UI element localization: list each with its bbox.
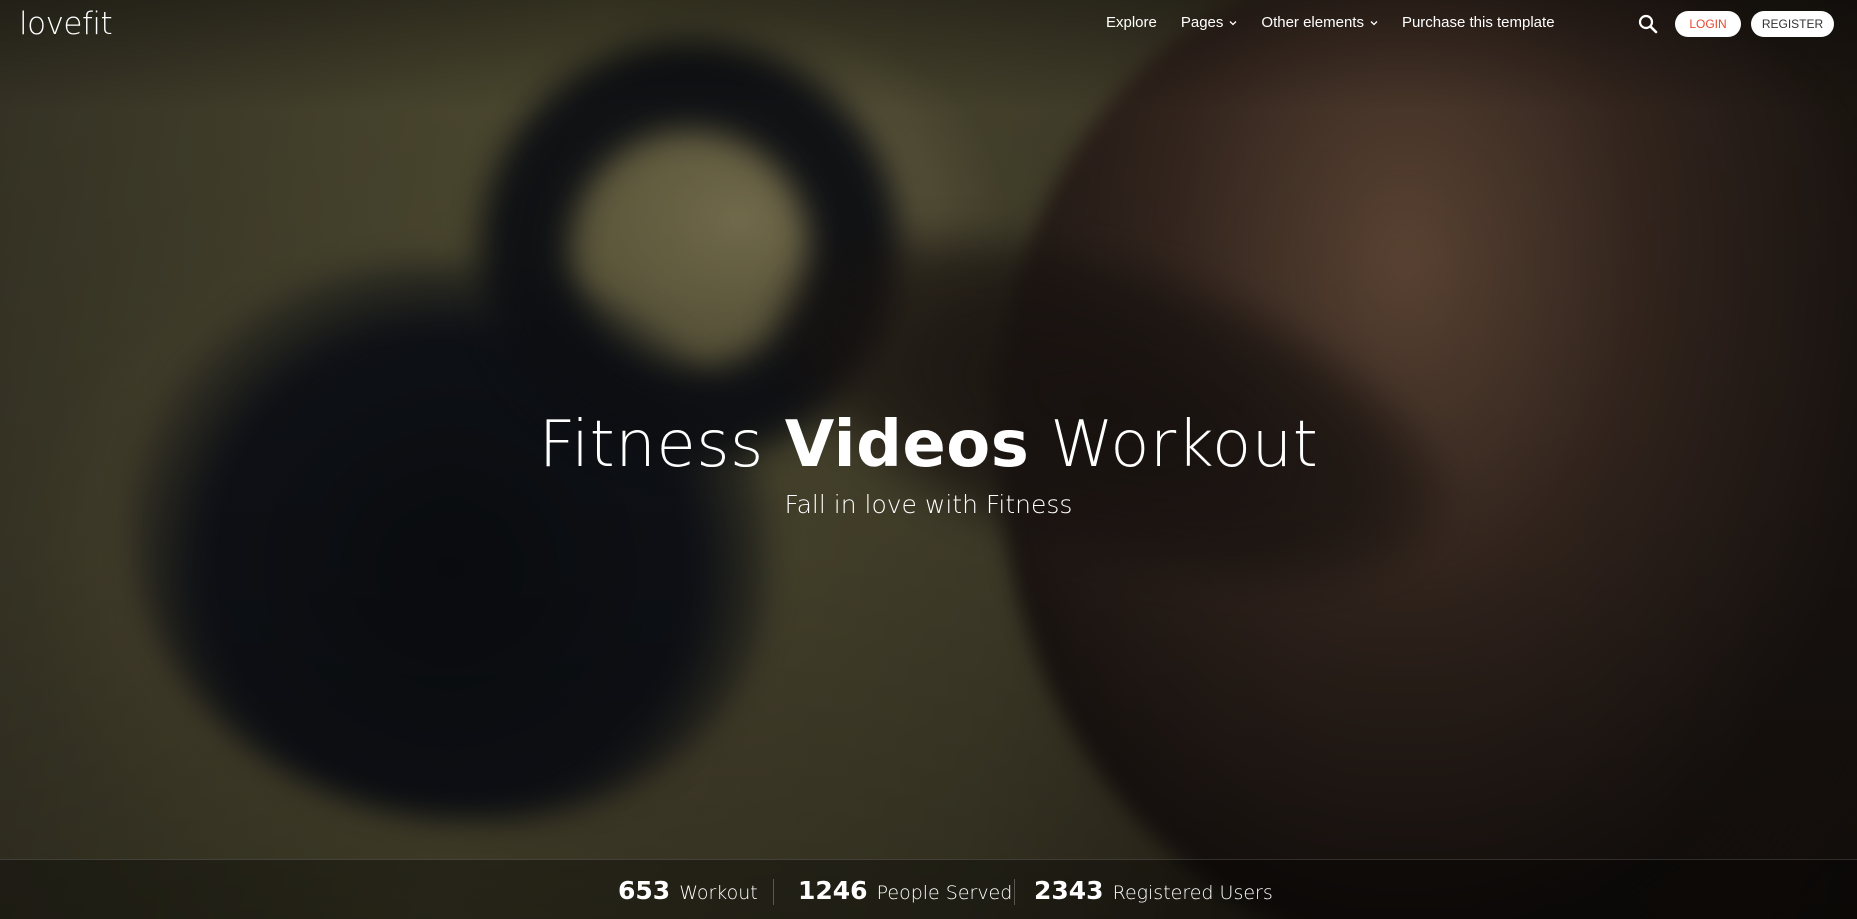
site-header: lovefit Explore Pages Other elements Pur…: [0, 0, 1857, 48]
hero-title-bold: Videos: [784, 408, 1030, 482]
stat-label: Registered Users: [1112, 882, 1273, 904]
stat-divider: [773, 879, 774, 905]
search-icon[interactable]: [1638, 14, 1658, 34]
stat-value: 653: [618, 876, 671, 905]
nav-item-pages[interactable]: Pages: [1181, 14, 1238, 31]
main-nav: Explore Pages Other elements Purchase th…: [1106, 14, 1579, 31]
hero-title: Fitness Videos Workout: [0, 408, 1857, 482]
nav-item-purchase[interactable]: Purchase this template: [1402, 14, 1555, 31]
stats-bar: 653 Workout 1246 People Served 2343 Regi…: [0, 859, 1857, 919]
nav-item-label: Other elements: [1261, 14, 1364, 31]
hero-subtitle: Fall in love with Fitness: [784, 490, 1073, 519]
stat-people-served: 1246 People Served: [798, 876, 1012, 905]
stat-value: 2343: [1034, 876, 1104, 905]
stat-value: 1246: [798, 876, 868, 905]
nav-item-label: Pages: [1180, 14, 1224, 31]
site-logo[interactable]: lovefit: [19, 6, 113, 42]
nav-item-label: Explore: [1106, 14, 1157, 31]
nav-item-other-elements[interactable]: Other elements: [1261, 14, 1378, 31]
register-button[interactable]: REGISTER: [1751, 11, 1834, 37]
hero-title-part1: Fitness: [538, 408, 764, 482]
stat-label: People Served: [876, 882, 1013, 904]
hero-title-part2: Workout: [1050, 408, 1319, 482]
login-button[interactable]: LOGIN: [1675, 11, 1741, 37]
hero-section: lovefit Explore Pages Other elements Pur…: [0, 0, 1857, 919]
stat-workout: 653 Workout: [618, 876, 758, 905]
chevron-down-icon: [1370, 19, 1378, 27]
stat-registered-users: 2343 Registered Users: [1034, 876, 1273, 905]
nav-item-explore[interactable]: Explore: [1106, 14, 1157, 31]
stat-label: Workout: [679, 882, 758, 904]
chevron-down-icon: [1229, 19, 1237, 27]
stat-divider: [1014, 879, 1015, 905]
nav-item-label: Purchase this template: [1401, 14, 1555, 31]
